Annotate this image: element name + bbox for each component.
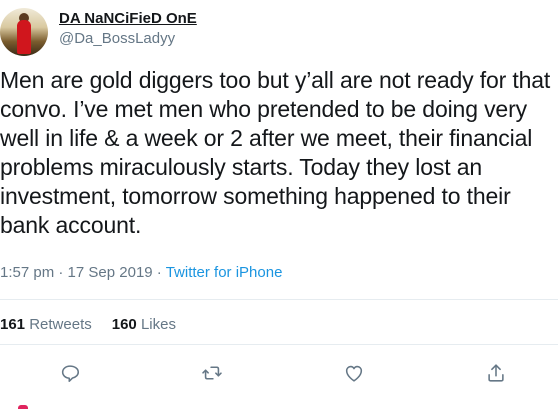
next-tweet-edge [0,405,558,409]
avatar[interactable] [0,8,48,56]
retweet-icon [202,366,222,380]
likes-count: 160 [111,316,137,333]
share-button[interactable] [484,361,508,385]
tweet-time[interactable]: 1:57 pm [0,264,54,281]
like-icon [345,365,363,382]
tweet-card: DA NaNCiFieD OnE @Da_BossLadyy Men are g… [0,0,558,409]
tweet-date[interactable]: 17 Sep 2019 [68,264,153,281]
retweets-label: Retweets [29,316,92,333]
likes-stat[interactable]: 160 Likes [112,316,176,333]
like-button[interactable] [342,361,366,385]
divider [0,344,558,345]
divider [0,299,558,300]
next-avatar-edge [18,405,28,409]
tweet-source[interactable]: Twitter for iPhone [166,264,283,281]
avatar-figure [17,20,31,54]
share-icon [488,364,504,382]
likes-label: Likes [140,316,176,333]
tweet-meta: 1:57 pm · 17 Sep 2019 · Twitter for iPho… [0,264,282,281]
display-name[interactable]: DA NaNCiFieD OnE [59,10,197,27]
retweet-button[interactable] [200,361,224,385]
retweets-count: 161 [0,316,26,333]
reply-icon [61,365,80,383]
retweets-stat[interactable]: 161 Retweets [0,316,92,333]
user-handle[interactable]: @Da_BossLadyy [59,30,175,47]
meta-separator: · [54,264,68,281]
meta-separator: · [152,264,166,281]
reply-button[interactable] [58,361,82,385]
tweet-stats: 161 Retweets 160 Likes [0,316,176,333]
tweet-text: Men are gold diggers too but y’all are n… [0,67,551,238]
